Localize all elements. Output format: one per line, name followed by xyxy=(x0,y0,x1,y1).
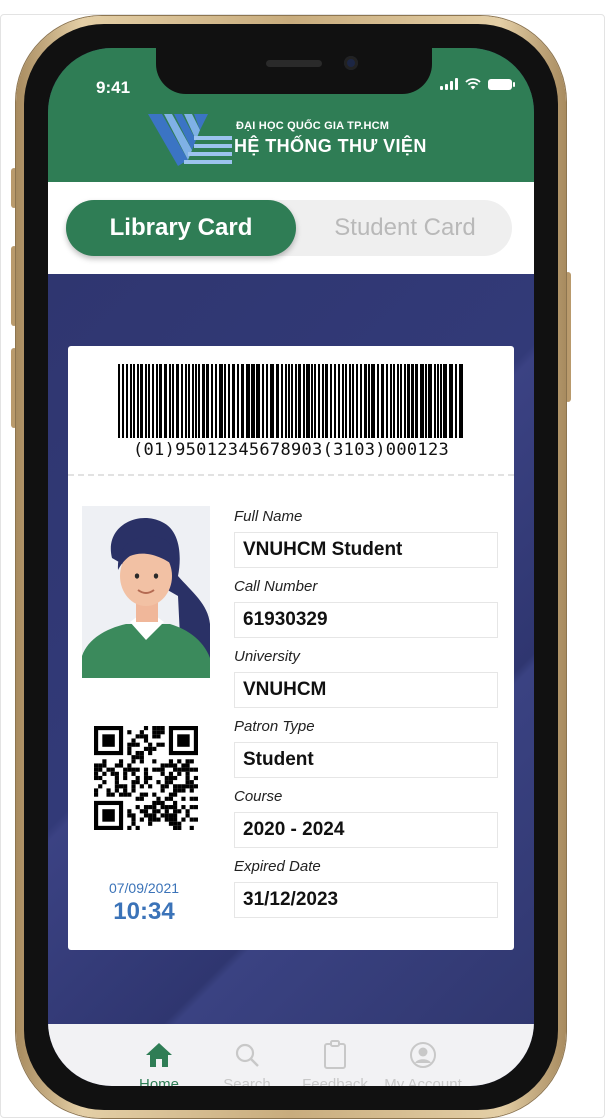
nav-search[interactable]: Search xyxy=(203,1024,291,1086)
nav-feedback-label: Feedback xyxy=(302,1076,368,1086)
nav-my-account[interactable]: My Account xyxy=(379,1024,467,1086)
qr-code xyxy=(94,726,198,830)
patron-type-value: Student xyxy=(234,742,498,778)
speaker xyxy=(266,60,322,67)
account-icon xyxy=(379,1038,467,1072)
status-icons xyxy=(440,78,515,90)
tab-bar: Library Card Student Card xyxy=(48,182,534,274)
full-name-value: VNUHCM Student xyxy=(234,532,498,568)
notch xyxy=(156,48,432,94)
scan-date: 07/09/2021 xyxy=(108,880,180,896)
university-label: University xyxy=(234,648,300,665)
library-card: (01)95012345678903(3103)000123 07/09/202… xyxy=(68,346,514,950)
avatar xyxy=(82,506,210,678)
signal-icon xyxy=(440,78,458,90)
expired-date-label: Expired Date xyxy=(234,858,321,875)
front-camera xyxy=(344,56,358,70)
wifi-icon xyxy=(465,78,481,90)
student-portrait xyxy=(82,518,210,678)
tab-student-card[interactable]: Student Card xyxy=(298,200,512,256)
org-name-title: HỆ THỐNG THƯ VIỆN xyxy=(234,136,427,156)
call-number-value: 61930329 xyxy=(234,602,498,638)
search-icon xyxy=(203,1038,291,1072)
status-time: 9:41 xyxy=(96,78,131,97)
full-name-label: Full Name xyxy=(234,508,303,525)
nav-my-account-label: My Account xyxy=(384,1076,462,1086)
scan-time: 10:34 xyxy=(113,898,175,925)
course-label: Course xyxy=(234,788,283,805)
nav-home-label: Home xyxy=(138,1076,179,1086)
card-fields: Full Name VNUHCM Student Call Number 619… xyxy=(234,506,498,926)
battery-icon xyxy=(488,78,515,90)
tab-library-card[interactable]: Library Card xyxy=(66,200,296,256)
tab-switcher: Library Card Student Card xyxy=(66,200,512,256)
nav-feedback[interactable]: Feedback xyxy=(291,1024,379,1086)
barcode xyxy=(118,364,463,438)
course-value: 2020 - 2024 xyxy=(234,812,498,848)
call-number-label: Call Number xyxy=(234,578,318,595)
nav-home[interactable]: Home xyxy=(115,1024,203,1086)
phone-screen: 9:41 ĐẠI HỌC QUỐC GIA TP.HCM HỆ THỐNG TH… xyxy=(48,48,534,1086)
expired-date-value: 31/12/2023 xyxy=(234,882,498,918)
bottom-navigation: Home Search Feedback My Account xyxy=(48,1024,534,1086)
clipboard-icon xyxy=(291,1038,379,1072)
patron-type-label: Patron Type xyxy=(234,718,315,735)
home-icon xyxy=(115,1038,203,1072)
barcode-number: (01)95012345678903(3103)000123 xyxy=(132,440,450,460)
university-value: VNUHCM xyxy=(234,672,498,708)
phone-frame: 9:41 ĐẠI HỌC QUỐC GIA TP.HCM HỆ THỐNG TH… xyxy=(16,16,566,1118)
phone-bezel: 9:41 ĐẠI HỌC QUỐC GIA TP.HCM HỆ THỐNG TH… xyxy=(24,24,558,1110)
app-header: 9:41 ĐẠI HỌC QUỐC GIA TP.HCM HỆ THỐNG TH… xyxy=(48,48,534,182)
vnuhcm-logo-icon xyxy=(148,114,232,166)
org-name-small: ĐẠI HỌC QUỐC GIA TP.HCM xyxy=(236,120,390,132)
nav-search-label: Search xyxy=(223,1076,271,1086)
dashed-divider xyxy=(68,474,514,476)
